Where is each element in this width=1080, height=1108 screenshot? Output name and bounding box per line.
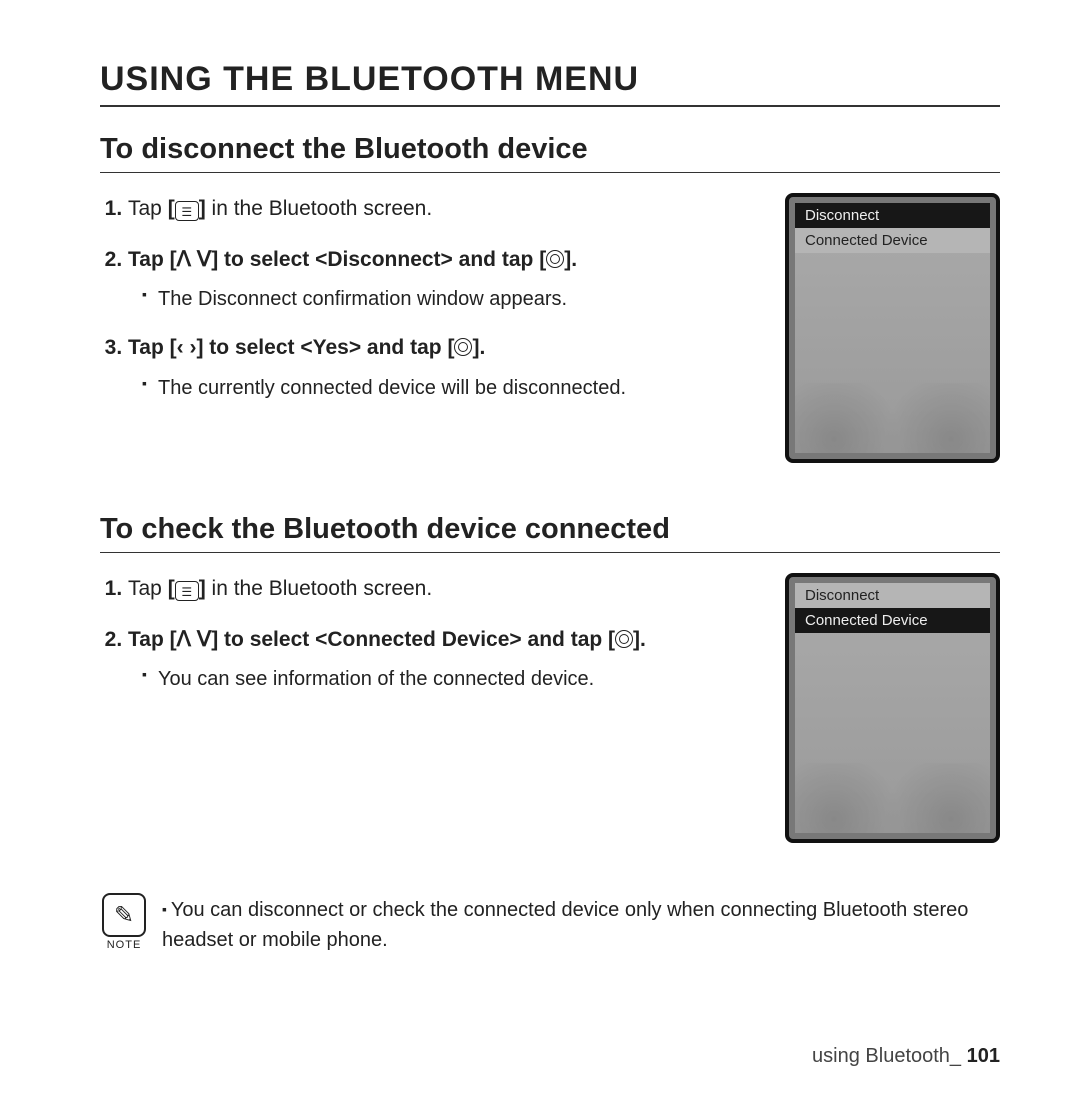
- text: and tap: [367, 336, 448, 359]
- s2-step2: Tap [ꓥ ꓦ] to select <Connected Device> a…: [128, 624, 755, 695]
- confirm-icon: [546, 250, 564, 268]
- option: <Connected Device>: [315, 628, 522, 651]
- text: Tap: [128, 577, 168, 600]
- bracket: [: [170, 336, 177, 359]
- text: and tap: [528, 628, 609, 651]
- text: Tap: [128, 628, 170, 651]
- leftright-icon: ‹ ›: [177, 336, 197, 359]
- device2-item2: Connected Device: [795, 608, 990, 633]
- page-title: USING THE BLUETOOTH MENU: [100, 60, 1000, 99]
- s2-step2-sub: You can see information of the connected…: [142, 664, 755, 694]
- updown-icon: ꓥ ꓦ: [177, 628, 212, 651]
- text: .: [571, 248, 577, 271]
- bracket: [: [447, 336, 454, 359]
- text: in the Bluetooth screen.: [212, 197, 433, 220]
- updown-icon: ꓥ ꓦ: [177, 248, 212, 271]
- s1-step2-sub: The Disconnect confirmation window appea…: [142, 284, 755, 314]
- page-footer: using Bluetooth_ 101: [100, 1045, 1000, 1068]
- s2-step1: Tap [] in the Bluetooth screen.: [128, 573, 755, 606]
- section2-heading: To check the Bluetooth device connected: [100, 513, 1000, 546]
- device-mock-2: Disconnect Connected Device: [785, 573, 1000, 843]
- note-label: NOTE: [100, 939, 148, 951]
- section2-rule: [100, 552, 1000, 553]
- device-mock-1: Disconnect Connected Device: [785, 193, 1000, 463]
- text: to select: [209, 336, 300, 359]
- bracket: [: [608, 628, 615, 651]
- device1-item1: Disconnect: [795, 203, 990, 228]
- footer-section: using Bluetooth_: [812, 1045, 961, 1067]
- option: <Disconnect>: [315, 248, 453, 271]
- bracket: [: [168, 197, 175, 220]
- s1-step1: Tap [] in the Bluetooth screen.: [128, 193, 755, 226]
- bracket: ]: [199, 197, 206, 220]
- bracket: [: [170, 248, 177, 271]
- menu-icon: [175, 581, 199, 601]
- bracket: ]: [211, 248, 218, 271]
- confirm-icon: [454, 338, 472, 356]
- device1-item2: Connected Device: [795, 228, 990, 253]
- bracket: ]: [199, 577, 206, 600]
- menu-icon: [175, 201, 199, 221]
- text: and tap: [459, 248, 540, 271]
- device2-item1: Disconnect: [795, 583, 990, 608]
- bracket: [: [168, 577, 175, 600]
- text: Tap: [128, 248, 170, 271]
- text: to select: [224, 628, 315, 651]
- s1-step2: Tap [ꓥ ꓦ] to select <Disconnect> and tap…: [128, 244, 755, 315]
- section1-rule: [100, 172, 1000, 173]
- title-rule: [100, 105, 1000, 107]
- text: .: [479, 336, 485, 359]
- bracket: ]: [196, 336, 203, 359]
- text: in the Bluetooth screen.: [212, 577, 433, 600]
- text: .: [640, 628, 646, 651]
- confirm-icon: [615, 630, 633, 648]
- bracket: ]: [633, 628, 640, 651]
- option: <Yes>: [300, 336, 361, 359]
- text: to select: [224, 248, 315, 271]
- note-block: ✎ NOTE You can disconnect or check the c…: [100, 893, 1000, 955]
- s1-step3: Tap [‹ ›] to select <Yes> and tap []. Th…: [128, 332, 755, 403]
- bracket: [: [170, 628, 177, 651]
- s1-step3-sub: The currently connected device will be d…: [142, 373, 755, 403]
- text: Tap: [128, 197, 168, 220]
- section1-heading: To disconnect the Bluetooth device: [100, 133, 1000, 166]
- bracket: ]: [211, 628, 218, 651]
- bracket: [: [539, 248, 546, 271]
- text: Tap: [128, 336, 170, 359]
- note-text: You can disconnect or check the connecte…: [162, 899, 968, 951]
- footer-page: 101: [967, 1045, 1000, 1067]
- note-icon: ✎: [102, 893, 146, 937]
